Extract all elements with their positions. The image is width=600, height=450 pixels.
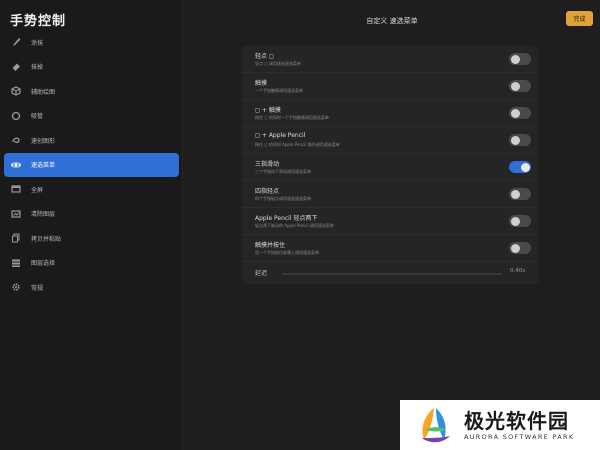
setting-toggle[interactable]	[509, 215, 531, 227]
setting-row: ◻ + Apple Pencil 按住 ◻ 的同时 Apple Pencil 操作…	[242, 127, 539, 154]
setting-toggle[interactable]	[509, 107, 531, 119]
setting-toggle[interactable]	[509, 188, 531, 200]
setting-subtitle: 用一个手指按住屏幕上调用速选菜单	[255, 250, 319, 255]
setting-subtitle: 按住 ◻ 的同时一个手指触摸调用速选菜单	[255, 115, 329, 120]
setting-subtitle: 四个手指轻点调用速选速选菜单	[255, 196, 311, 201]
main-panel: 自定义 速选菜单 完成 轻点 ◻ 轻点 ◻ 调用速选速选菜单 触摸 一个手指触摸调用速…	[184, 0, 600, 450]
clear-layer-icon	[10, 208, 22, 220]
setting-title: ◻ + 触摸	[255, 107, 281, 114]
sidebar-item-5[interactable]: 速选菜单	[4, 152, 179, 177]
fullscreen-icon	[10, 183, 22, 195]
watermark: 极光软件园 AURORA SOFTWARE PARK	[400, 400, 600, 450]
setting-toggle[interactable]	[509, 53, 531, 65]
quickmenu-icon	[10, 159, 22, 171]
setting-toggle[interactable]	[509, 80, 531, 92]
toggle-knob	[510, 135, 520, 145]
sidebar-item-1[interactable]: 抹掉	[4, 55, 179, 80]
sidebar-item-7[interactable]: 清除图层	[4, 202, 179, 227]
setting-toggle[interactable]	[509, 161, 531, 173]
setting-title: 触摸	[255, 80, 268, 87]
setting-toggle[interactable]	[509, 242, 531, 254]
eyedropper-icon	[10, 110, 22, 122]
delay-slider[interactable]	[282, 272, 502, 275]
setting-row: 触摸 一个手指触摸调用速选菜单	[242, 73, 539, 100]
setting-title: 四指轻点	[255, 188, 280, 195]
sidebar-title: 手势控制	[10, 14, 67, 29]
sidebar-item-label: 常规	[31, 284, 44, 292]
setting-row: 轻点 ◻ 轻点 ◻ 调用速选速选菜单	[242, 46, 539, 73]
gear-icon	[10, 281, 22, 293]
toggle-knob	[510, 243, 520, 253]
sidebar-item-label: 全屏	[31, 186, 44, 194]
delay-label: 延迟	[255, 270, 268, 277]
delay-row: 延迟 0.40s	[242, 264, 539, 282]
sidebar-item-label: 拷贝并粘贴	[31, 235, 62, 243]
sidebar-item-label: 清除图层	[31, 211, 56, 219]
sidebar-item-label: 涂抹	[31, 39, 44, 47]
sidebar-item-6[interactable]: 全屏	[4, 177, 179, 202]
toggle-knob	[520, 162, 530, 172]
toggle-knob	[510, 189, 520, 199]
watermark-name-en: AURORA SOFTWARE PARK	[464, 432, 575, 441]
setting-title: 轻点 ◻	[255, 53, 274, 60]
setting-title: ◻ + Apple Pencil	[255, 132, 306, 139]
sidebar-item-label: 速创图形	[31, 137, 56, 145]
setting-toggle[interactable]	[509, 134, 531, 146]
quickshape-icon	[10, 134, 22, 146]
aurora-logo-icon	[422, 408, 450, 443]
setting-subtitle: 三个手指向下滑动调用速选菜单	[255, 169, 311, 174]
eraser-icon	[10, 61, 22, 73]
setting-subtitle: 轻点 ◻ 调用速选速选菜单	[255, 61, 301, 66]
delay-value: 0.40s	[510, 268, 526, 274]
sidebar-item-label: 图层选择	[31, 260, 56, 268]
setting-row: ◻ + 触摸 按住 ◻ 的同时一个手指触摸调用速选菜单	[242, 100, 539, 127]
setting-title: 触摸并按住	[255, 242, 286, 249]
sidebar-item-9[interactable]: 图层选择	[4, 251, 179, 276]
sidebar-item-0[interactable]: 涂抹	[4, 30, 179, 55]
sidebar-item-10[interactable]: 常规	[4, 275, 179, 300]
setting-subtitle: 轻点两下被动的 Apple Pencil 调用速选菜单	[255, 223, 334, 228]
sidebar-item-2[interactable]: 辅助绘图	[4, 79, 179, 104]
setting-subtitle: 按住 ◻ 的同时 Apple Pencil 操作调用速选菜单	[255, 142, 340, 147]
sidebar-item-label: 辅助绘图	[31, 88, 56, 96]
toggle-knob	[510, 54, 520, 64]
setting-row: 三指滑动 三个手指向下滑动调用速选菜单	[242, 154, 539, 181]
sidebar-item-label: 速选菜单	[31, 162, 56, 170]
sidebar-nav: 涂抹抹掉辅助绘图吸管速创图形速选菜单全屏清除图层拷贝并粘贴图层选择常规	[0, 30, 183, 300]
settings-panel: 轻点 ◻ 轻点 ◻ 调用速选速选菜单 触摸 一个手指触摸调用速选菜单 ◻ + 触摸 按住 …	[242, 46, 539, 284]
copy-paste-icon	[10, 232, 22, 244]
toggle-knob	[510, 216, 520, 226]
sidebar: 手势控制 涂抹抹掉辅助绘图吸管速创图形速选菜单全屏清除图层拷贝并粘贴图层选择常规	[0, 0, 183, 450]
setting-row: 触摸并按住 用一个手指按住屏幕上调用速选菜单	[242, 235, 539, 262]
sidebar-item-4[interactable]: 速创图形	[4, 128, 179, 153]
toggle-knob	[510, 108, 520, 118]
setting-title: Apple Pencil 轻点两下	[255, 215, 318, 222]
setting-title: 三指滑动	[255, 161, 280, 168]
sidebar-item-label: 抹掉	[31, 64, 44, 72]
cube-icon	[10, 85, 22, 97]
setting-row: 四指轻点 四个手指轻点调用速选速选菜单	[242, 181, 539, 208]
toggle-knob	[510, 81, 520, 91]
setting-subtitle: 一个手指触摸调用速选菜单	[255, 88, 303, 93]
page-title: 自定义 速选菜单	[366, 17, 418, 25]
watermark-name: 极光软件园	[464, 408, 569, 433]
brush-icon	[10, 36, 22, 48]
sidebar-item-8[interactable]: 拷贝并粘贴	[4, 226, 179, 251]
sidebar-item-3[interactable]: 吸管	[4, 104, 179, 129]
setting-row: Apple Pencil 轻点两下 轻点两下被动的 Apple Pencil 调用…	[242, 208, 539, 235]
sidebar-item-label: 吸管	[31, 113, 44, 121]
layer-select-icon	[10, 257, 22, 269]
done-button[interactable]: 完成	[566, 11, 593, 26]
